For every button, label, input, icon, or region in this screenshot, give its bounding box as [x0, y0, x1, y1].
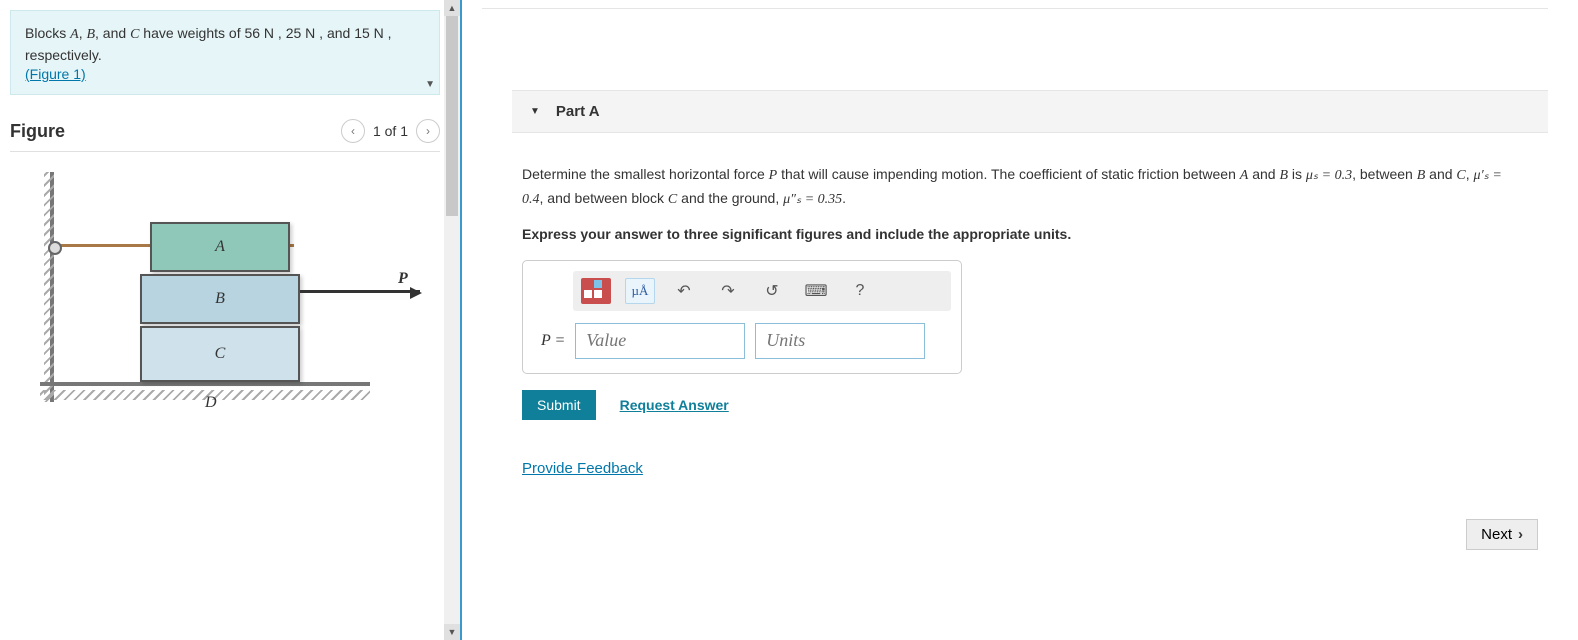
- scroll-thumb[interactable]: [446, 16, 458, 216]
- collapse-icon[interactable]: ▼: [425, 79, 435, 90]
- instruction-text: Express your answer to three significant…: [522, 226, 1522, 242]
- figure-nav: ‹ 1 of 1 ›: [341, 119, 440, 143]
- chevron-right-icon: ›: [1518, 526, 1523, 543]
- problem-text: Blocks A, B, and C have weights of 56 N …: [25, 23, 425, 66]
- help-icon[interactable]: ?: [845, 277, 875, 305]
- provide-feedback-link[interactable]: Provide Feedback: [522, 460, 1522, 477]
- scroll-up-icon[interactable]: ▲: [444, 0, 460, 16]
- right-panel: ▼ Part A Determine the smallest horizont…: [460, 0, 1578, 640]
- part-body: Determine the smallest horizontal force …: [512, 163, 1532, 437]
- reset-icon[interactable]: ↺: [757, 277, 787, 305]
- figure-header: Figure ‹ 1 of 1 ›: [10, 119, 440, 152]
- block-a-label: A: [215, 238, 225, 256]
- action-row: Submit Request Answer: [522, 390, 1522, 420]
- prev-figure-button[interactable]: ‹: [341, 119, 365, 143]
- left-scrollbar[interactable]: ▲ ▼: [444, 0, 460, 640]
- force-label: P: [398, 270, 408, 288]
- ground: [40, 382, 370, 386]
- next-button[interactable]: Next ›: [1466, 519, 1538, 550]
- next-label: Next: [1481, 526, 1512, 543]
- disclosure-icon[interactable]: ▼: [530, 106, 540, 117]
- block-c-label: C: [215, 345, 226, 363]
- scroll-down-icon[interactable]: ▼: [444, 624, 460, 640]
- block-b-label: B: [215, 290, 225, 308]
- request-answer-link[interactable]: Request Answer: [620, 397, 729, 413]
- block-a: A: [150, 222, 290, 272]
- answer-toolbar: µÅ ↶ ↷ ↺ ⌨ ?: [573, 271, 951, 311]
- undo-icon[interactable]: ↶: [669, 277, 699, 305]
- left-panel: Blocks A, B, and C have weights of 56 N …: [0, 0, 460, 640]
- question-text: Determine the smallest horizontal force …: [522, 163, 1522, 212]
- divider: [482, 8, 1548, 9]
- force-arrow: [300, 290, 420, 293]
- part-title: Part A: [556, 103, 600, 120]
- physics-diagram: A B C P D: [40, 172, 420, 432]
- figure-body: A B C P D: [10, 172, 430, 472]
- block-b: B: [140, 274, 300, 324]
- next-figure-button[interactable]: ›: [416, 119, 440, 143]
- problem-statement: Blocks A, B, and C have weights of 56 N …: [10, 10, 440, 95]
- templates-button[interactable]: [581, 278, 611, 304]
- redo-icon[interactable]: ↷: [713, 277, 743, 305]
- value-input[interactable]: [575, 323, 745, 359]
- units-input[interactable]: [755, 323, 925, 359]
- wall: [50, 172, 54, 402]
- figure-title: Figure: [10, 121, 65, 142]
- equation-label: P =: [541, 332, 565, 350]
- answer-box: µÅ ↶ ↷ ↺ ⌨ ? P =: [522, 260, 962, 374]
- figure-counter: 1 of 1: [373, 123, 408, 139]
- figure-link[interactable]: (Figure 1): [25, 66, 86, 82]
- keyboard-icon[interactable]: ⌨: [801, 277, 831, 305]
- ground-label: D: [205, 394, 217, 412]
- block-c: C: [140, 326, 300, 382]
- answer-row: P =: [541, 323, 951, 359]
- part-header[interactable]: ▼ Part A: [512, 90, 1548, 133]
- submit-button[interactable]: Submit: [522, 390, 596, 420]
- symbols-button[interactable]: µÅ: [625, 278, 655, 304]
